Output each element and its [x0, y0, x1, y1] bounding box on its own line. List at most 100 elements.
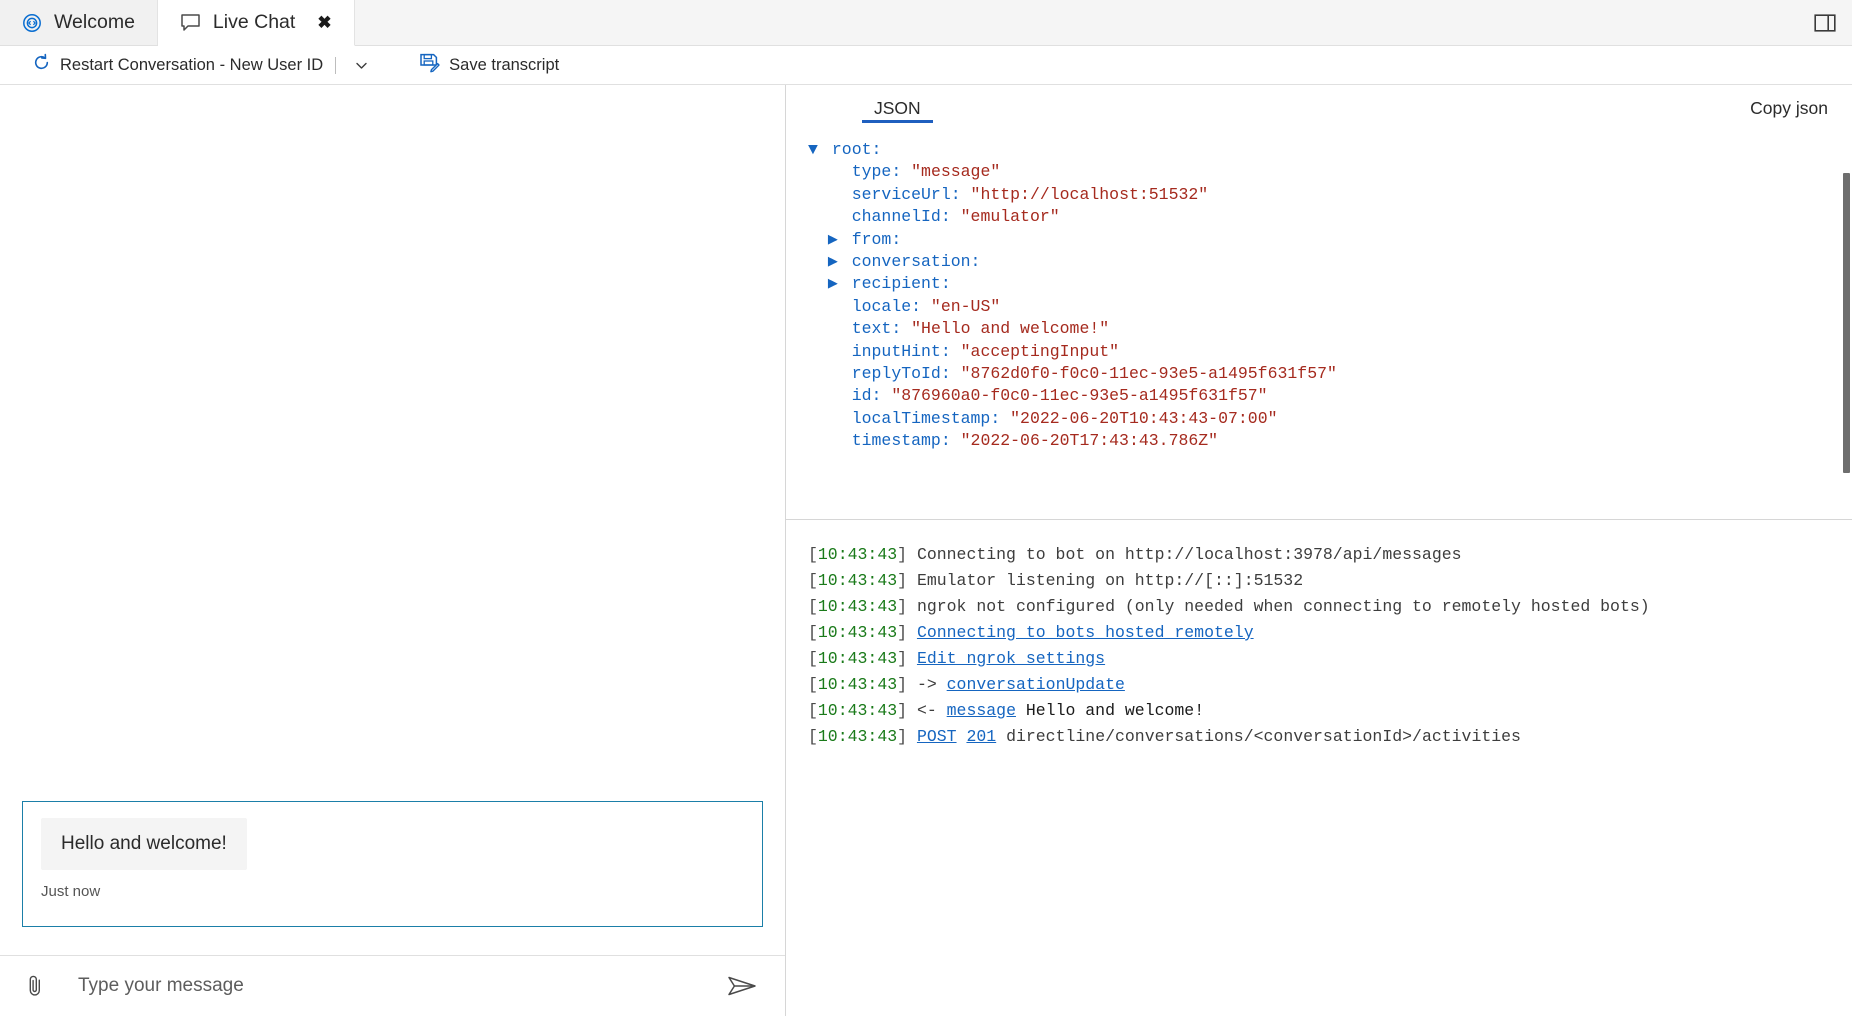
log-link[interactable]: conversationUpdate	[947, 675, 1125, 694]
log-message-text: Hello and welcome!	[1015, 701, 1205, 720]
save-transcript-button[interactable]: Save transcript	[419, 46, 559, 84]
message-composer	[0, 955, 785, 1016]
caret-down-icon[interactable]: ▼	[808, 139, 822, 161]
json-value: "2022-06-20T10:43:43-07:00"	[1000, 408, 1278, 428]
log-bracket: ]	[897, 727, 917, 746]
log-text: ngrok not configured (only needed when c…	[916, 597, 1650, 616]
json-no-toggle	[828, 161, 842, 183]
log-timestamp: 10:43:43	[817, 597, 898, 616]
json-key: from:	[841, 229, 902, 249]
json-key: channelId:	[841, 207, 951, 227]
json-row: replyToId: "8762d0f0-f0c0-11ec-93e5-a149…	[808, 363, 1852, 385]
json-viewer[interactable]: ▼ root: type: "message" serviceUrl: "htt…	[786, 131, 1852, 520]
log-bracket: ]	[897, 701, 917, 720]
json-no-toggle	[828, 341, 842, 363]
log-text: <-	[916, 701, 947, 720]
json-row: id: "876960a0-f0c0-11ec-93e5-a1495f631f5…	[808, 385, 1852, 407]
log-line: [10:43:43] Emulator listening on http://…	[808, 568, 1852, 594]
json-key: locale:	[841, 296, 922, 316]
log-bracket: ]	[897, 623, 917, 642]
json-row[interactable]: ▶ recipient:	[808, 273, 1852, 295]
send-paper-plane-icon[interactable]	[721, 974, 763, 998]
log-text: ->	[916, 675, 947, 694]
log-line: [10:43:43] Connecting to bot on http://l…	[808, 542, 1852, 568]
caret-right-icon[interactable]: ▶	[828, 273, 842, 295]
json-row[interactable]: ▶ from:	[808, 229, 1852, 251]
log-timestamp: 10:43:43	[817, 649, 898, 668]
json-key: root:	[822, 140, 882, 159]
json-no-toggle	[828, 430, 842, 452]
tab-live-chat[interactable]: Live Chat ✖	[157, 0, 355, 46]
restart-circular-arrow-icon	[32, 53, 51, 77]
json-key: text:	[841, 319, 902, 339]
log-link[interactable]: 201	[966, 727, 996, 746]
caret-right-icon[interactable]: ▶	[828, 229, 842, 251]
log-bracket: [	[808, 623, 818, 642]
json-key: recipient:	[841, 274, 951, 294]
log-link[interactable]: Connecting to bots hosted remotely	[917, 623, 1254, 642]
json-key: type:	[841, 162, 902, 182]
tab-live-chat-label: Live Chat	[212, 11, 296, 33]
log-timestamp: 10:43:43	[817, 727, 898, 746]
chevron-down-icon[interactable]	[348, 58, 375, 73]
log-bracket: [	[808, 675, 818, 694]
log-line: [10:43:43] Connecting to bots hosted rem…	[808, 620, 1852, 646]
inspector-header: JSON Copy json	[786, 85, 1852, 131]
log-panel[interactable]: [10:43:43] Connecting to bot on http://l…	[786, 520, 1852, 1016]
log-link[interactable]: POST	[917, 727, 957, 746]
json-no-toggle	[828, 206, 842, 228]
log-line: [10:43:43] ngrok not configured (only ne…	[808, 594, 1852, 620]
json-row[interactable]: ▶ conversation:	[808, 251, 1852, 273]
message-text: Hello and welcome!	[61, 833, 227, 854]
toolbar-divider	[335, 56, 337, 74]
log-timestamp: 10:43:43	[817, 545, 898, 564]
log-line: [10:43:43] -> conversationUpdate	[808, 672, 1852, 698]
log-line: [10:43:43] <- message Hello and welcome!	[808, 698, 1852, 724]
json-row: inputHint: "acceptingInput"	[808, 341, 1852, 363]
log-link[interactable]: message	[947, 701, 1016, 720]
log-bracket: [	[808, 727, 818, 746]
log-link[interactable]: Edit ngrok settings	[917, 649, 1105, 668]
tab-json[interactable]: JSON	[856, 85, 939, 131]
json-no-toggle	[828, 296, 842, 318]
main-split: Hello and welcome! Just now Type your me…	[0, 85, 1852, 1016]
log-text: directline/conversations/<conversationId…	[996, 727, 1521, 746]
close-icon[interactable]: ✖	[317, 14, 331, 31]
log-lines: [10:43:43] Connecting to bot on http://l…	[808, 542, 1852, 750]
message-input[interactable]	[52, 975, 721, 997]
json-tree: ▼ root: type: "message" serviceUrl: "htt…	[808, 139, 1852, 453]
restart-conversation-button[interactable]: Restart Conversation - New User ID	[32, 46, 323, 84]
json-value: "2022-06-20T17:43:43.786Z"	[950, 431, 1219, 451]
log-timestamp: 10:43:43	[817, 675, 898, 694]
json-no-toggle	[828, 408, 842, 430]
json-value: "message"	[901, 162, 1001, 182]
json-scrollbar-thumb[interactable]	[1843, 173, 1850, 473]
json-no-toggle	[828, 385, 842, 407]
chat-transcript: Hello and welcome! Just now	[0, 85, 785, 955]
json-row: timestamp: "2022-06-20T17:43:43.786Z"	[808, 430, 1852, 452]
panel-layout-icon[interactable]	[1798, 0, 1852, 45]
paperclip-icon[interactable]	[18, 973, 52, 999]
log-bracket: [	[808, 649, 818, 668]
json-row: serviceUrl: "http://localhost:51532"	[808, 184, 1852, 206]
json-value: "876960a0-f0c0-11ec-93e5-a1495f631f57"	[881, 386, 1268, 406]
json-scrollbar[interactable]	[1843, 173, 1850, 473]
caret-right-icon[interactable]: ▶	[828, 251, 842, 273]
log-text: Emulator listening on http://[::]:51532	[916, 571, 1304, 590]
json-row[interactable]: ▼ root:	[808, 139, 1852, 161]
inspector-panel: JSON Copy json ▼ root: type: "message" s…	[786, 85, 1852, 1016]
json-value: "Hello and welcome!"	[901, 319, 1110, 339]
tab-welcome[interactable]: Welcome	[0, 0, 158, 45]
activity-item-selected[interactable]: Hello and welcome! Just now	[22, 801, 763, 927]
message-bubble[interactable]: Hello and welcome!	[41, 818, 247, 870]
copy-json-button[interactable]: Copy json	[1750, 98, 1828, 119]
